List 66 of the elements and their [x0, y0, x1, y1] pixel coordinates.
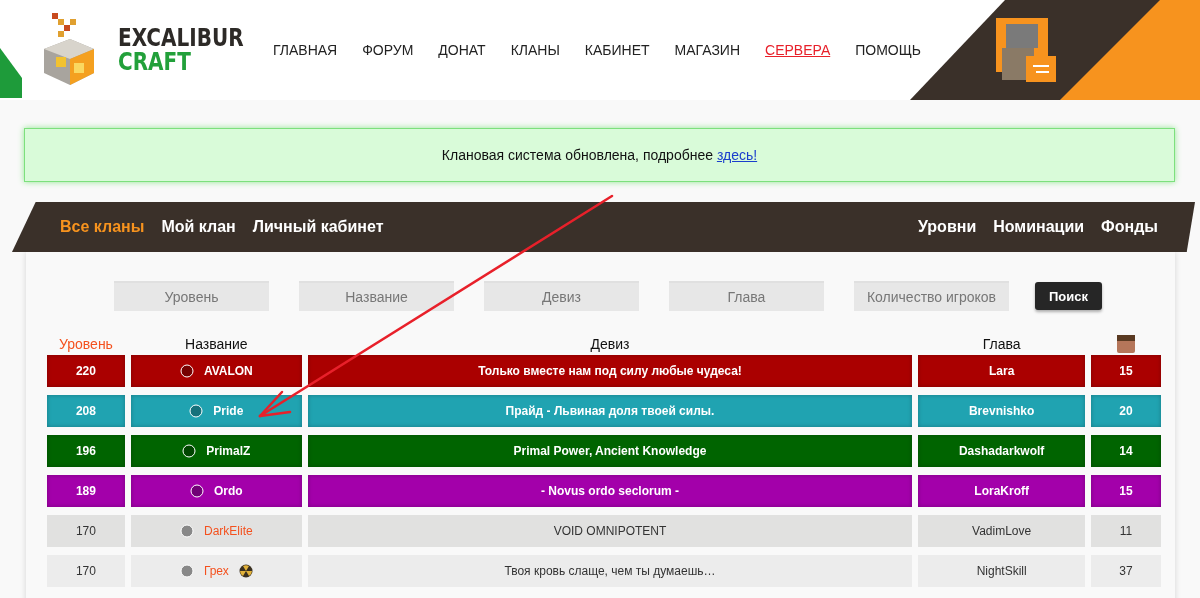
table-cell: 11 — [1091, 515, 1161, 547]
clan-emblem-icon — [180, 524, 194, 538]
column-header[interactable]: Девиз — [307, 336, 913, 352]
table-cell: VadimLove — [918, 515, 1086, 547]
table-cell: 14 — [1091, 435, 1161, 467]
table-cell: Brevnishko — [918, 395, 1086, 427]
menu-tab[interactable]: Мой клан — [161, 218, 236, 236]
nav-link[interactable]: ФОРУМ — [362, 42, 414, 58]
table-cell: Dashadarkwolf — [918, 435, 1086, 467]
clan-emblem-icon — [182, 444, 197, 458]
clan-emblem-icon — [189, 404, 204, 418]
search-field[interactable]: Название — [299, 281, 454, 311]
column-header[interactable]: Глава — [918, 336, 1086, 352]
table-cell: 189 — [47, 475, 125, 507]
table-cell: 37 — [1091, 555, 1161, 587]
search-field[interactable]: Девиз — [484, 281, 639, 311]
logo-text: EXCALIBUR — [118, 26, 244, 50]
table-cell: Прайд - Львиная доля твоей силы. — [307, 395, 913, 427]
table-cell: VOID OMNIPOTENT — [307, 515, 913, 547]
table-cell: Primal Power, Ancient Knowledge — [307, 435, 913, 467]
search-button[interactable]: Поиск — [1035, 282, 1102, 310]
nav-link[interactable]: ДОНАТ — [438, 42, 486, 58]
nav-link[interactable]: КЛАНЫ — [510, 42, 560, 58]
radiation-icon — [238, 564, 253, 578]
menu-tab[interactable]: Уровни — [918, 218, 977, 236]
table-cell: Lara — [918, 355, 1086, 387]
clan-emblem-icon — [190, 484, 204, 498]
table-cell: LoraKroff — [918, 475, 1086, 507]
search-field[interactable]: Глава — [669, 281, 824, 311]
menu-tab[interactable]: Фонды — [1101, 218, 1158, 236]
search-field[interactable]: Количество игроков — [854, 281, 1009, 311]
nav-link[interactable]: КАБИНЕТ — [584, 42, 650, 58]
table-cell: 170 — [47, 515, 125, 547]
table-cell: 196 — [47, 435, 125, 467]
clan-name-cell[interactable]: PrimalZ — [130, 435, 302, 467]
clan-name[interactable]: Ordo — [214, 484, 243, 498]
table-cell: 220 — [47, 355, 125, 387]
clan-emblem-icon — [179, 364, 194, 378]
menu-tab[interactable]: Номинации — [993, 218, 1085, 236]
table-cell: 15 — [1091, 475, 1161, 507]
table-cell: 20 — [1091, 395, 1161, 427]
menu-tab[interactable]: Личный кабинет — [252, 218, 384, 236]
notice-link[interactable]: здесь! — [716, 147, 758, 163]
table-cell: Только вместе нам под силу любые чудеса! — [307, 355, 913, 387]
clan-name[interactable]: AVALON — [203, 364, 253, 378]
nav-link[interactable]: ГЛАВНАЯ — [273, 42, 338, 58]
nav-link[interactable]: ПОМОЩЬ — [855, 42, 922, 58]
menu-icon — [1033, 65, 1049, 73]
block-head-icon — [1117, 335, 1136, 353]
column-header[interactable]: Название — [130, 336, 302, 352]
logo-text: CRAFT — [118, 50, 192, 74]
menu-tab[interactable]: Все кланы — [60, 218, 145, 236]
nav-link[interactable]: МАГАЗИН — [674, 42, 741, 58]
table-cell: 208 — [47, 395, 125, 427]
clan-name[interactable]: PrimalZ — [206, 444, 251, 458]
nav-link[interactable]: СЕРВЕРА — [765, 42, 831, 58]
table-cell: 170 — [47, 555, 125, 587]
clan-name-cell[interactable]: AVALON — [130, 355, 302, 387]
table-cell: - Novus ordo seclorum - — [307, 475, 913, 507]
table-cell: 15 — [1091, 355, 1161, 387]
clan-name-cell[interactable]: Ordo — [130, 475, 302, 507]
search-field[interactable]: Уровень — [114, 281, 269, 311]
clan-emblem-icon — [179, 564, 194, 578]
table-cell: Твоя кровь слаще, чем ты думаешь… — [307, 555, 913, 587]
notice-text: Клановая система обновлена, подробнее здесь! — [441, 147, 758, 163]
table-cell: NightSkill — [918, 555, 1086, 587]
